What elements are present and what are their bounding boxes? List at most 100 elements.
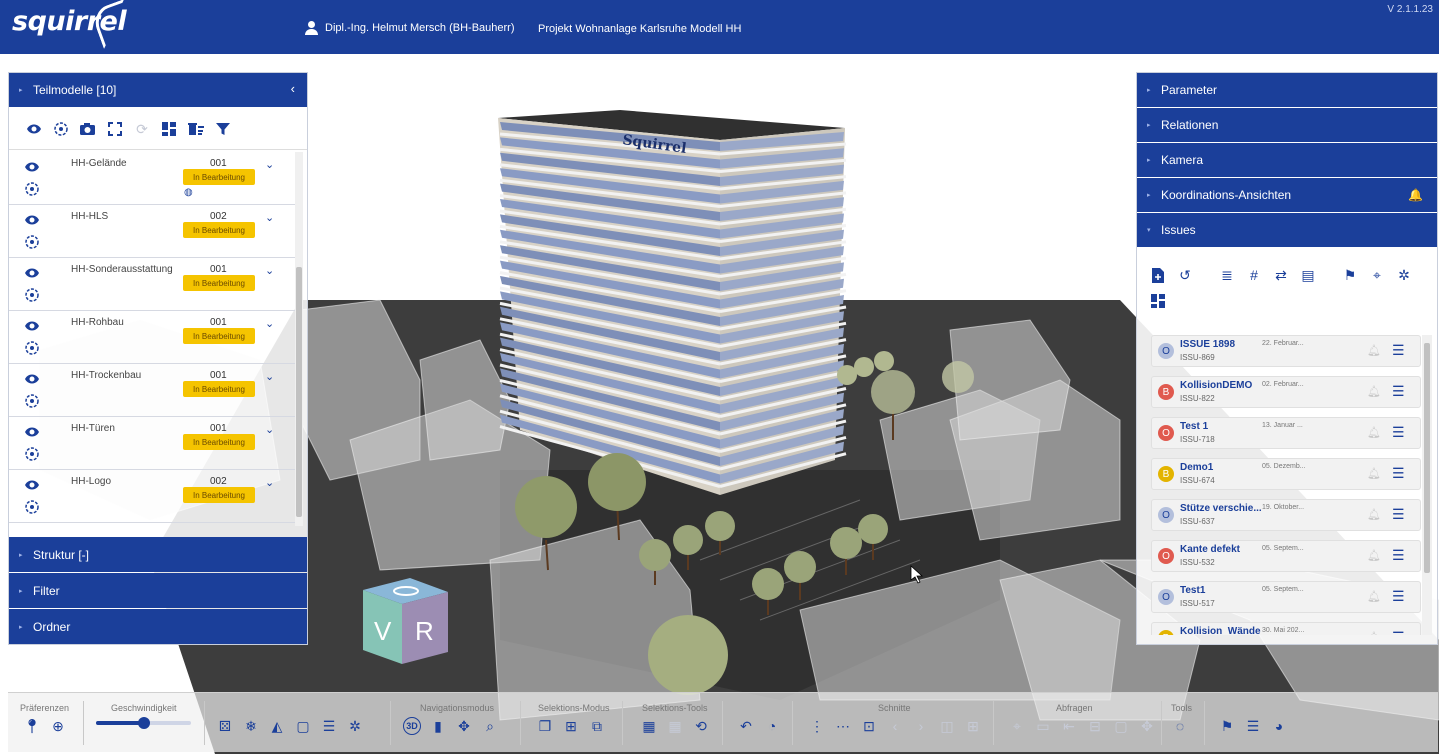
calendar-clear-icon[interactable]: ▦ bbox=[640, 717, 658, 735]
project-name[interactable]: Projekt Wohnanlage Karlsruhe Modell HH bbox=[538, 23, 741, 35]
ruler-icon[interactable]: ▭ bbox=[1034, 717, 1052, 735]
list-view-icon[interactable]: ☰ bbox=[1244, 717, 1262, 735]
list-icon[interactable]: ≣ bbox=[1218, 266, 1236, 284]
delete-sweep-icon[interactable] bbox=[187, 120, 205, 138]
walk-icon[interactable]: ▮ bbox=[429, 717, 447, 735]
fit-view-icon[interactable] bbox=[106, 120, 124, 138]
bell-icon[interactable]: 🔔︎ bbox=[1367, 385, 1381, 398]
3d-orbit-icon[interactable]: 3D bbox=[403, 717, 421, 735]
chevron-down-icon[interactable]: ⌄ bbox=[265, 211, 274, 224]
distance-icon[interactable]: ⇤ bbox=[1060, 717, 1078, 735]
select-box-icon[interactable]: ⧉ bbox=[588, 717, 606, 735]
split-icon[interactable]: ◫ bbox=[938, 717, 956, 735]
select-single-icon[interactable]: ❐ bbox=[536, 717, 554, 735]
map-pin-icon[interactable]: 📍︎ bbox=[23, 717, 41, 735]
submodel-row[interactable]: HH-HLS 002 In Bearbeitung ⌄ bbox=[9, 205, 295, 258]
menu-icon[interactable]: ☰ bbox=[1392, 383, 1405, 400]
invert-selection-icon[interactable]: ⟲ bbox=[692, 717, 710, 735]
submodel-scrollbar[interactable] bbox=[295, 152, 303, 526]
issue-item[interactable]: B Kollision_Wände30. Mai 202... 🔔︎ ☰ bbox=[1151, 622, 1421, 635]
target-icon[interactable] bbox=[23, 392, 41, 410]
submodel-row[interactable]: HH-Rohbau 001 In Bearbeitung ⌄ bbox=[9, 311, 295, 364]
hash-icon[interactable]: # bbox=[1245, 266, 1263, 284]
history-icon[interactable]: ↺ bbox=[1176, 266, 1194, 284]
menu-icon[interactable]: ☰ bbox=[1392, 506, 1405, 523]
pie-chart-icon[interactable]: ◕ bbox=[1270, 717, 1288, 735]
submodel-row[interactable]: HH-Logo 002 In Bearbeitung ⌄ bbox=[9, 470, 295, 523]
target-icon[interactable] bbox=[23, 286, 41, 304]
issue-item[interactable]: O Kante defekt ISSU-532 05. Septem... 🔔︎ ☰ bbox=[1151, 540, 1421, 572]
section-koordinations-ansichten[interactable]: ▸ Koordinations-Ansichten 🔔 bbox=[1137, 178, 1437, 213]
eye-icon[interactable] bbox=[23, 211, 41, 229]
chevron-down-icon[interactable]: ⌄ bbox=[265, 370, 274, 383]
columns-icon[interactable]: ▤ bbox=[1299, 266, 1317, 284]
eye-icon[interactable] bbox=[23, 158, 41, 176]
text-box-icon[interactable]: ☰ bbox=[320, 717, 338, 735]
issue-item[interactable]: O Test 1 ISSU-718 13. Januar ... 🔔︎ ☰ bbox=[1151, 417, 1421, 449]
eye-icon[interactable] bbox=[23, 423, 41, 441]
calendar-check-icon[interactable]: ▦ bbox=[666, 717, 684, 735]
issue-item[interactable]: B Demo1 ISSU-674 05. Dezemb... 🔔︎ ☰ bbox=[1151, 458, 1421, 490]
submodel-row[interactable]: HH-Trockenbau 001 In Bearbeitung ⌄ bbox=[9, 364, 295, 417]
globe-icon[interactable]: ◍ bbox=[184, 187, 193, 198]
filter-icon[interactable] bbox=[214, 120, 232, 138]
map-marker-icon[interactable]: ⚑ bbox=[1218, 717, 1236, 735]
sync-icon[interactable]: ⇄ bbox=[1272, 266, 1290, 284]
speed-slider[interactable] bbox=[96, 717, 191, 729]
submodel-row[interactable]: HH-Türen 001 In Bearbeitung ⌄ bbox=[9, 417, 295, 470]
aperture-icon[interactable]: ✲ bbox=[1395, 266, 1413, 284]
target-icon[interactable] bbox=[23, 339, 41, 357]
target-icon[interactable] bbox=[23, 233, 41, 251]
area-icon[interactable]: ⊟ bbox=[1086, 717, 1104, 735]
move-icon[interactable]: ✥ bbox=[1138, 717, 1156, 735]
chevron-down-icon[interactable]: ⌄ bbox=[265, 264, 274, 277]
dice-icon[interactable]: ⚄ bbox=[216, 717, 234, 735]
chevron-down-icon[interactable]: ⌄ bbox=[265, 423, 274, 436]
menu-icon[interactable]: ☰ bbox=[1392, 588, 1405, 605]
bell-icon[interactable]: 🔔︎ bbox=[1367, 344, 1381, 357]
bell-icon[interactable]: 🔔︎ bbox=[1367, 467, 1381, 480]
section-issues[interactable]: ▾ Issues bbox=[1137, 213, 1437, 248]
section-vertical-icon[interactable]: ⋮ bbox=[808, 717, 826, 735]
location-icon[interactable]: ⌖ bbox=[1008, 717, 1026, 735]
menu-icon[interactable]: ☰ bbox=[1392, 547, 1405, 564]
target-icon[interactable] bbox=[23, 498, 41, 516]
section-relationen[interactable]: ▸ Relationen bbox=[1137, 108, 1437, 143]
sync-circle-icon[interactable]: ◌ bbox=[1171, 717, 1189, 735]
eye-icon[interactable] bbox=[25, 120, 43, 138]
view-cube[interactable]: V R bbox=[363, 578, 448, 664]
bell-icon[interactable]: 🔔︎ bbox=[1367, 590, 1381, 603]
issue-scrollbar[interactable] bbox=[1422, 335, 1432, 635]
refresh-icon[interactable]: ⟳ bbox=[133, 120, 151, 138]
section-ordner[interactable]: ▸ Ordner bbox=[9, 609, 307, 644]
submodels-header[interactable]: ▸ Teilmodelle [10] ‹ bbox=[9, 73, 307, 108]
add-pin-icon[interactable]: ⊕ bbox=[49, 717, 67, 735]
section-box-icon[interactable]: ⊡ bbox=[860, 717, 878, 735]
submodel-row[interactable]: HH-Gelände 001 In Bearbeitung ⌄ ◍ bbox=[9, 152, 295, 205]
chevron-left-icon[interactable]: ‹ bbox=[886, 717, 904, 735]
target-icon[interactable] bbox=[52, 120, 70, 138]
submodel-row[interactable]: HH-Sonderausstattung 001 In Bearbeitung ⌄ bbox=[9, 258, 295, 311]
bell-icon[interactable]: 🔔︎ bbox=[1367, 426, 1381, 439]
menu-icon[interactable]: ☰ bbox=[1392, 629, 1405, 635]
issue-item[interactable]: O ISSUE 1898 ISSU-869 22. Februar... 🔔︎ ☰ bbox=[1151, 335, 1421, 367]
chevron-down-icon[interactable]: ⌄ bbox=[265, 476, 274, 489]
volume-icon[interactable]: ▢ bbox=[1112, 717, 1130, 735]
flag-icon[interactable]: ⚑ bbox=[1341, 266, 1359, 284]
user-info[interactable]: Dipl.-Ing. Helmut Mersch (BH-Bauherr) bbox=[305, 21, 515, 35]
chevron-right-icon[interactable]: › bbox=[912, 717, 930, 735]
chevron-down-icon[interactable]: ⌄ bbox=[265, 317, 274, 330]
bell-icon[interactable]: 🔔︎ bbox=[1367, 508, 1381, 521]
eye-icon[interactable] bbox=[23, 264, 41, 282]
undo-icon[interactable]: ↶ bbox=[737, 717, 755, 735]
section-filter[interactable]: ▸ Filter bbox=[9, 573, 307, 608]
new-issue-icon[interactable] bbox=[1149, 266, 1167, 284]
eye-icon[interactable] bbox=[23, 317, 41, 335]
menu-icon[interactable]: ☰ bbox=[1392, 424, 1405, 441]
issue-item[interactable]: O Test1 ISSU-517 05. Septem... 🔔︎ ☰ bbox=[1151, 581, 1421, 613]
grid-icon[interactable]: ⊞ bbox=[964, 717, 982, 735]
target-icon[interactable] bbox=[23, 180, 41, 198]
paint-bucket-icon[interactable]: ◭ bbox=[268, 717, 286, 735]
issue-item[interactable]: O Stütze verschie... ISSU-637 19. Oktober..… bbox=[1151, 499, 1421, 531]
target-icon[interactable] bbox=[23, 445, 41, 463]
